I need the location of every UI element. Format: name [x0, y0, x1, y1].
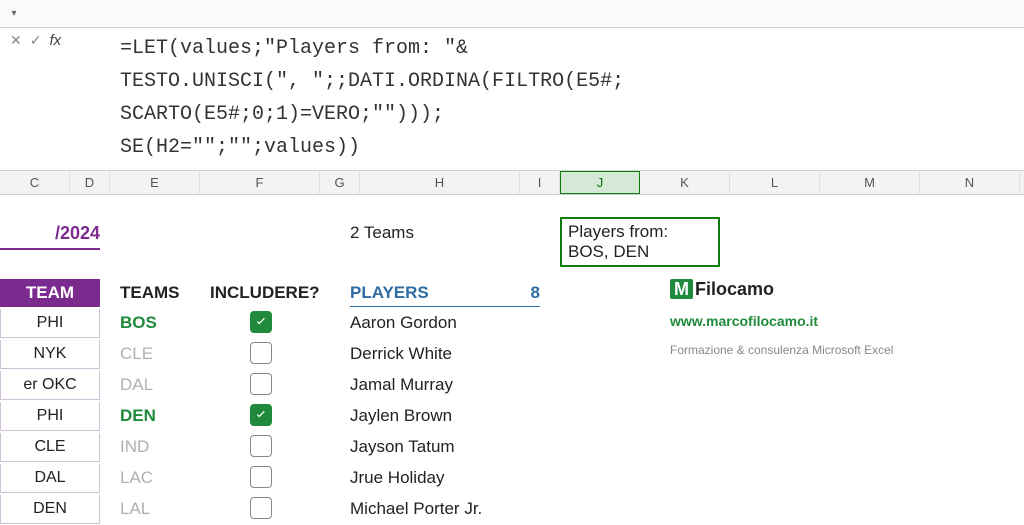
- filter-team: BOS: [120, 313, 157, 333]
- include-checkbox[interactable]: [250, 311, 272, 333]
- cancel-icon[interactable]: ✕: [10, 32, 22, 49]
- col-header-c[interactable]: C: [0, 171, 70, 194]
- fx-icon[interactable]: fx: [49, 32, 61, 49]
- column-headers-row: C D E F G H I J K L M N: [0, 171, 1024, 195]
- brand-m-icon: M: [670, 279, 693, 299]
- formula-input[interactable]: =LET(values;"Players from: "& TESTO.UNIS…: [120, 32, 636, 164]
- include-checkbox[interactable]: [250, 373, 272, 395]
- brand-logo: MFilocamo: [670, 279, 774, 300]
- col-header-n[interactable]: N: [920, 171, 1020, 194]
- brand-url[interactable]: www.marcofilocamo.it: [670, 313, 818, 329]
- player-cell: Michael Porter Jr.: [350, 499, 482, 519]
- include-checkbox[interactable]: [250, 497, 272, 519]
- brand-sub: Formazione & consulenza Microsoft Excel: [670, 343, 893, 357]
- col-header-k[interactable]: K: [640, 171, 730, 194]
- team-cell: DAL: [0, 464, 100, 493]
- col-header-f[interactable]: F: [200, 171, 320, 194]
- col-header-d[interactable]: D: [70, 171, 110, 194]
- col-header-i[interactable]: I: [520, 171, 560, 194]
- player-cell: Jaylen Brown: [350, 406, 452, 426]
- include-checkbox[interactable]: [250, 342, 272, 364]
- col-header-j[interactable]: J: [560, 171, 640, 194]
- team-cell: PHI: [0, 309, 100, 338]
- player-cell: Aaron Gordon: [350, 313, 457, 333]
- players-count: 8: [531, 283, 540, 303]
- team-header: TEAM: [0, 279, 100, 307]
- teams-filter-header: TEAMS: [120, 283, 180, 303]
- brand-name: Filocamo: [695, 279, 774, 299]
- teams-count-cell: 2 Teams: [350, 223, 414, 243]
- include-checkbox[interactable]: [250, 435, 272, 457]
- player-cell: Derrick White: [350, 344, 452, 364]
- formula-bar: ✕ ✓ fx =LET(values;"Players from: "& TES…: [0, 28, 1024, 171]
- filter-team: DAL: [120, 375, 153, 395]
- team-cell: CLE: [0, 433, 100, 462]
- date-cell: /2024: [0, 223, 100, 250]
- team-cell: DEN: [0, 495, 100, 524]
- include-checkbox[interactable]: [250, 404, 272, 426]
- include-checkbox[interactable]: [250, 466, 272, 488]
- player-cell: Jamal Murray: [350, 375, 453, 395]
- team-cell: er OKC: [0, 371, 100, 400]
- include-header: INCLUDERE?: [210, 283, 320, 303]
- filter-team: LAL: [120, 499, 150, 519]
- col-header-h[interactable]: H: [360, 171, 520, 194]
- filter-team: CLE: [120, 344, 153, 364]
- sheet-grid[interactable]: /2024 2 Teams Players from: BOS, DEN TEA…: [0, 195, 1024, 525]
- players-header: PLAYERS: [350, 283, 429, 303]
- top-toolbar: ▾: [0, 0, 1024, 28]
- player-cell: Jayson Tatum: [350, 437, 455, 457]
- filter-team: DEN: [120, 406, 156, 426]
- col-header-l[interactable]: L: [730, 171, 820, 194]
- col-header-g[interactable]: G: [320, 171, 360, 194]
- col-header-e[interactable]: E: [110, 171, 200, 194]
- player-cell: Jrue Holiday: [350, 468, 445, 488]
- col-header-m[interactable]: M: [820, 171, 920, 194]
- team-cell: PHI: [0, 402, 100, 431]
- accept-icon[interactable]: ✓: [30, 32, 42, 49]
- row-dropdown-icon[interactable]: ▾: [4, 4, 24, 24]
- team-cell: NYK: [0, 340, 100, 369]
- filter-team: IND: [120, 437, 149, 457]
- selected-cell[interactable]: Players from: BOS, DEN: [560, 217, 720, 267]
- filter-team: LAC: [120, 468, 153, 488]
